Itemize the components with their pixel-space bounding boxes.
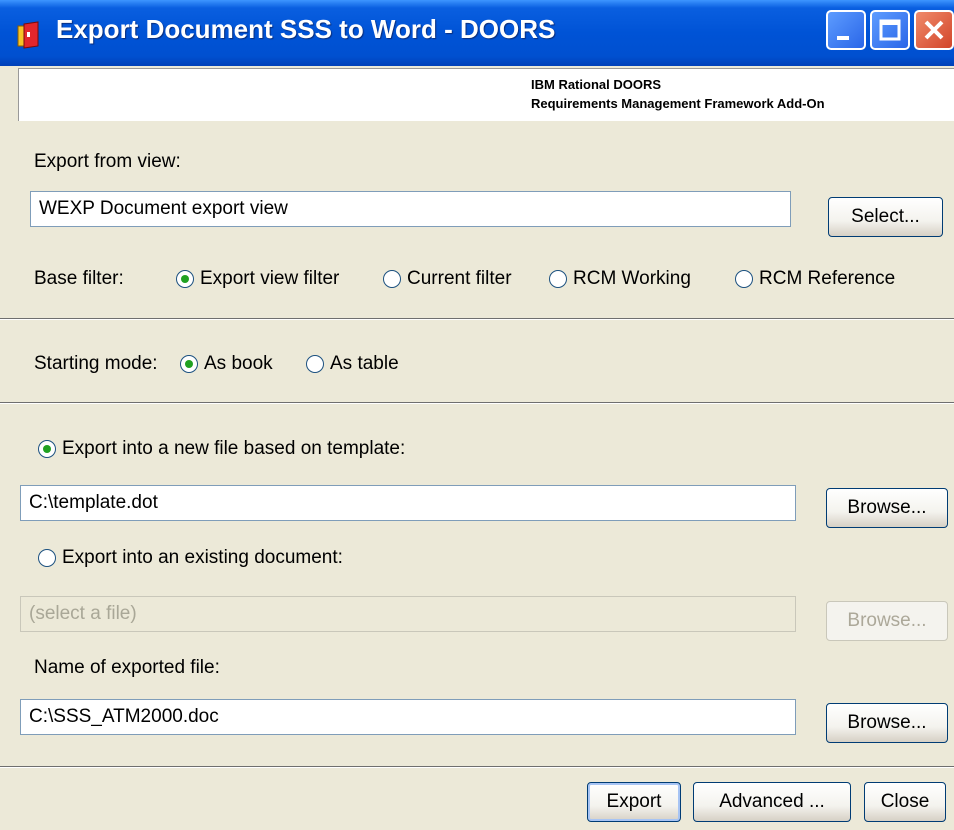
window-title: Export Document SSS to Word - DOORS [56, 14, 556, 44]
template-file-field[interactable]: C:\template.dot [20, 485, 796, 521]
existing-file-field: (select a file) [20, 596, 796, 632]
maximize-icon [879, 19, 901, 41]
base-filter-label: Base filter: [34, 268, 124, 289]
close-button[interactable]: Close [864, 782, 946, 822]
radio-circle [38, 549, 56, 567]
radio-circle [549, 270, 567, 288]
radio-rcm-reference[interactable]: RCM Reference [735, 268, 895, 290]
section-divider [0, 318, 954, 320]
section-divider [0, 766, 954, 768]
banner-product-subtitle: Requirements Management Framework Add-On [531, 96, 825, 111]
browse-output-button[interactable]: Browse... [826, 703, 948, 743]
radio-label: Export into a new file based on template… [62, 438, 406, 459]
export-dialog: Export Document SSS to Word - DOORS IBM … [0, 0, 954, 830]
maximize-button[interactable] [870, 10, 910, 50]
radio-circle [383, 270, 401, 288]
select-view-button[interactable]: Select... [828, 197, 943, 237]
browse-template-button[interactable]: Browse... [826, 488, 948, 528]
radio-label: RCM Working [573, 268, 691, 289]
radio-circle [38, 440, 56, 458]
doors-app-icon [14, 20, 44, 50]
radio-export-view-filter[interactable]: Export view filter [176, 268, 339, 290]
radio-as-table[interactable]: As table [306, 353, 399, 375]
radio-rcm-working[interactable]: RCM Working [549, 268, 691, 290]
close-icon [924, 20, 944, 40]
exported-file-name-label: Name of exported file: [34, 657, 220, 678]
radio-circle [176, 270, 194, 288]
radio-current-filter[interactable]: Current filter [383, 268, 512, 290]
radio-export-new-file[interactable]: Export into a new file based on template… [38, 438, 405, 460]
banner-product-name: IBM Rational DOORS [531, 77, 662, 92]
export-view-field[interactable]: WEXP Document export view [30, 191, 791, 227]
radio-circle [735, 270, 753, 288]
radio-label: Export view filter [200, 268, 340, 289]
radio-label: RCM Reference [759, 268, 896, 289]
section-divider [0, 402, 954, 404]
export-from-view-label: Export from view: [34, 151, 181, 172]
radio-label: As book [204, 353, 273, 374]
radio-label: Current filter [407, 268, 512, 289]
radio-label: As table [330, 353, 399, 374]
exported-file-field[interactable]: C:\SSS_ATM2000.doc [20, 699, 796, 735]
product-banner: IBM Rational DOORS Requirements Manageme… [18, 68, 954, 121]
radio-export-existing[interactable]: Export into an existing document: [38, 547, 343, 569]
radio-circle [306, 355, 324, 373]
radio-label: Export into an existing document: [62, 547, 343, 568]
browse-existing-button: Browse... [826, 601, 948, 641]
export-button[interactable]: Export [587, 782, 681, 822]
starting-mode-label: Starting mode: [34, 353, 158, 374]
radio-as-book[interactable]: As book [180, 353, 273, 375]
minimize-button[interactable] [826, 10, 866, 50]
close-window-button[interactable] [914, 10, 954, 50]
advanced-button[interactable]: Advanced ... [693, 782, 851, 822]
minimize-icon [837, 36, 849, 40]
title-bar[interactable]: Export Document SSS to Word - DOORS [0, 0, 954, 66]
radio-circle [180, 355, 198, 373]
